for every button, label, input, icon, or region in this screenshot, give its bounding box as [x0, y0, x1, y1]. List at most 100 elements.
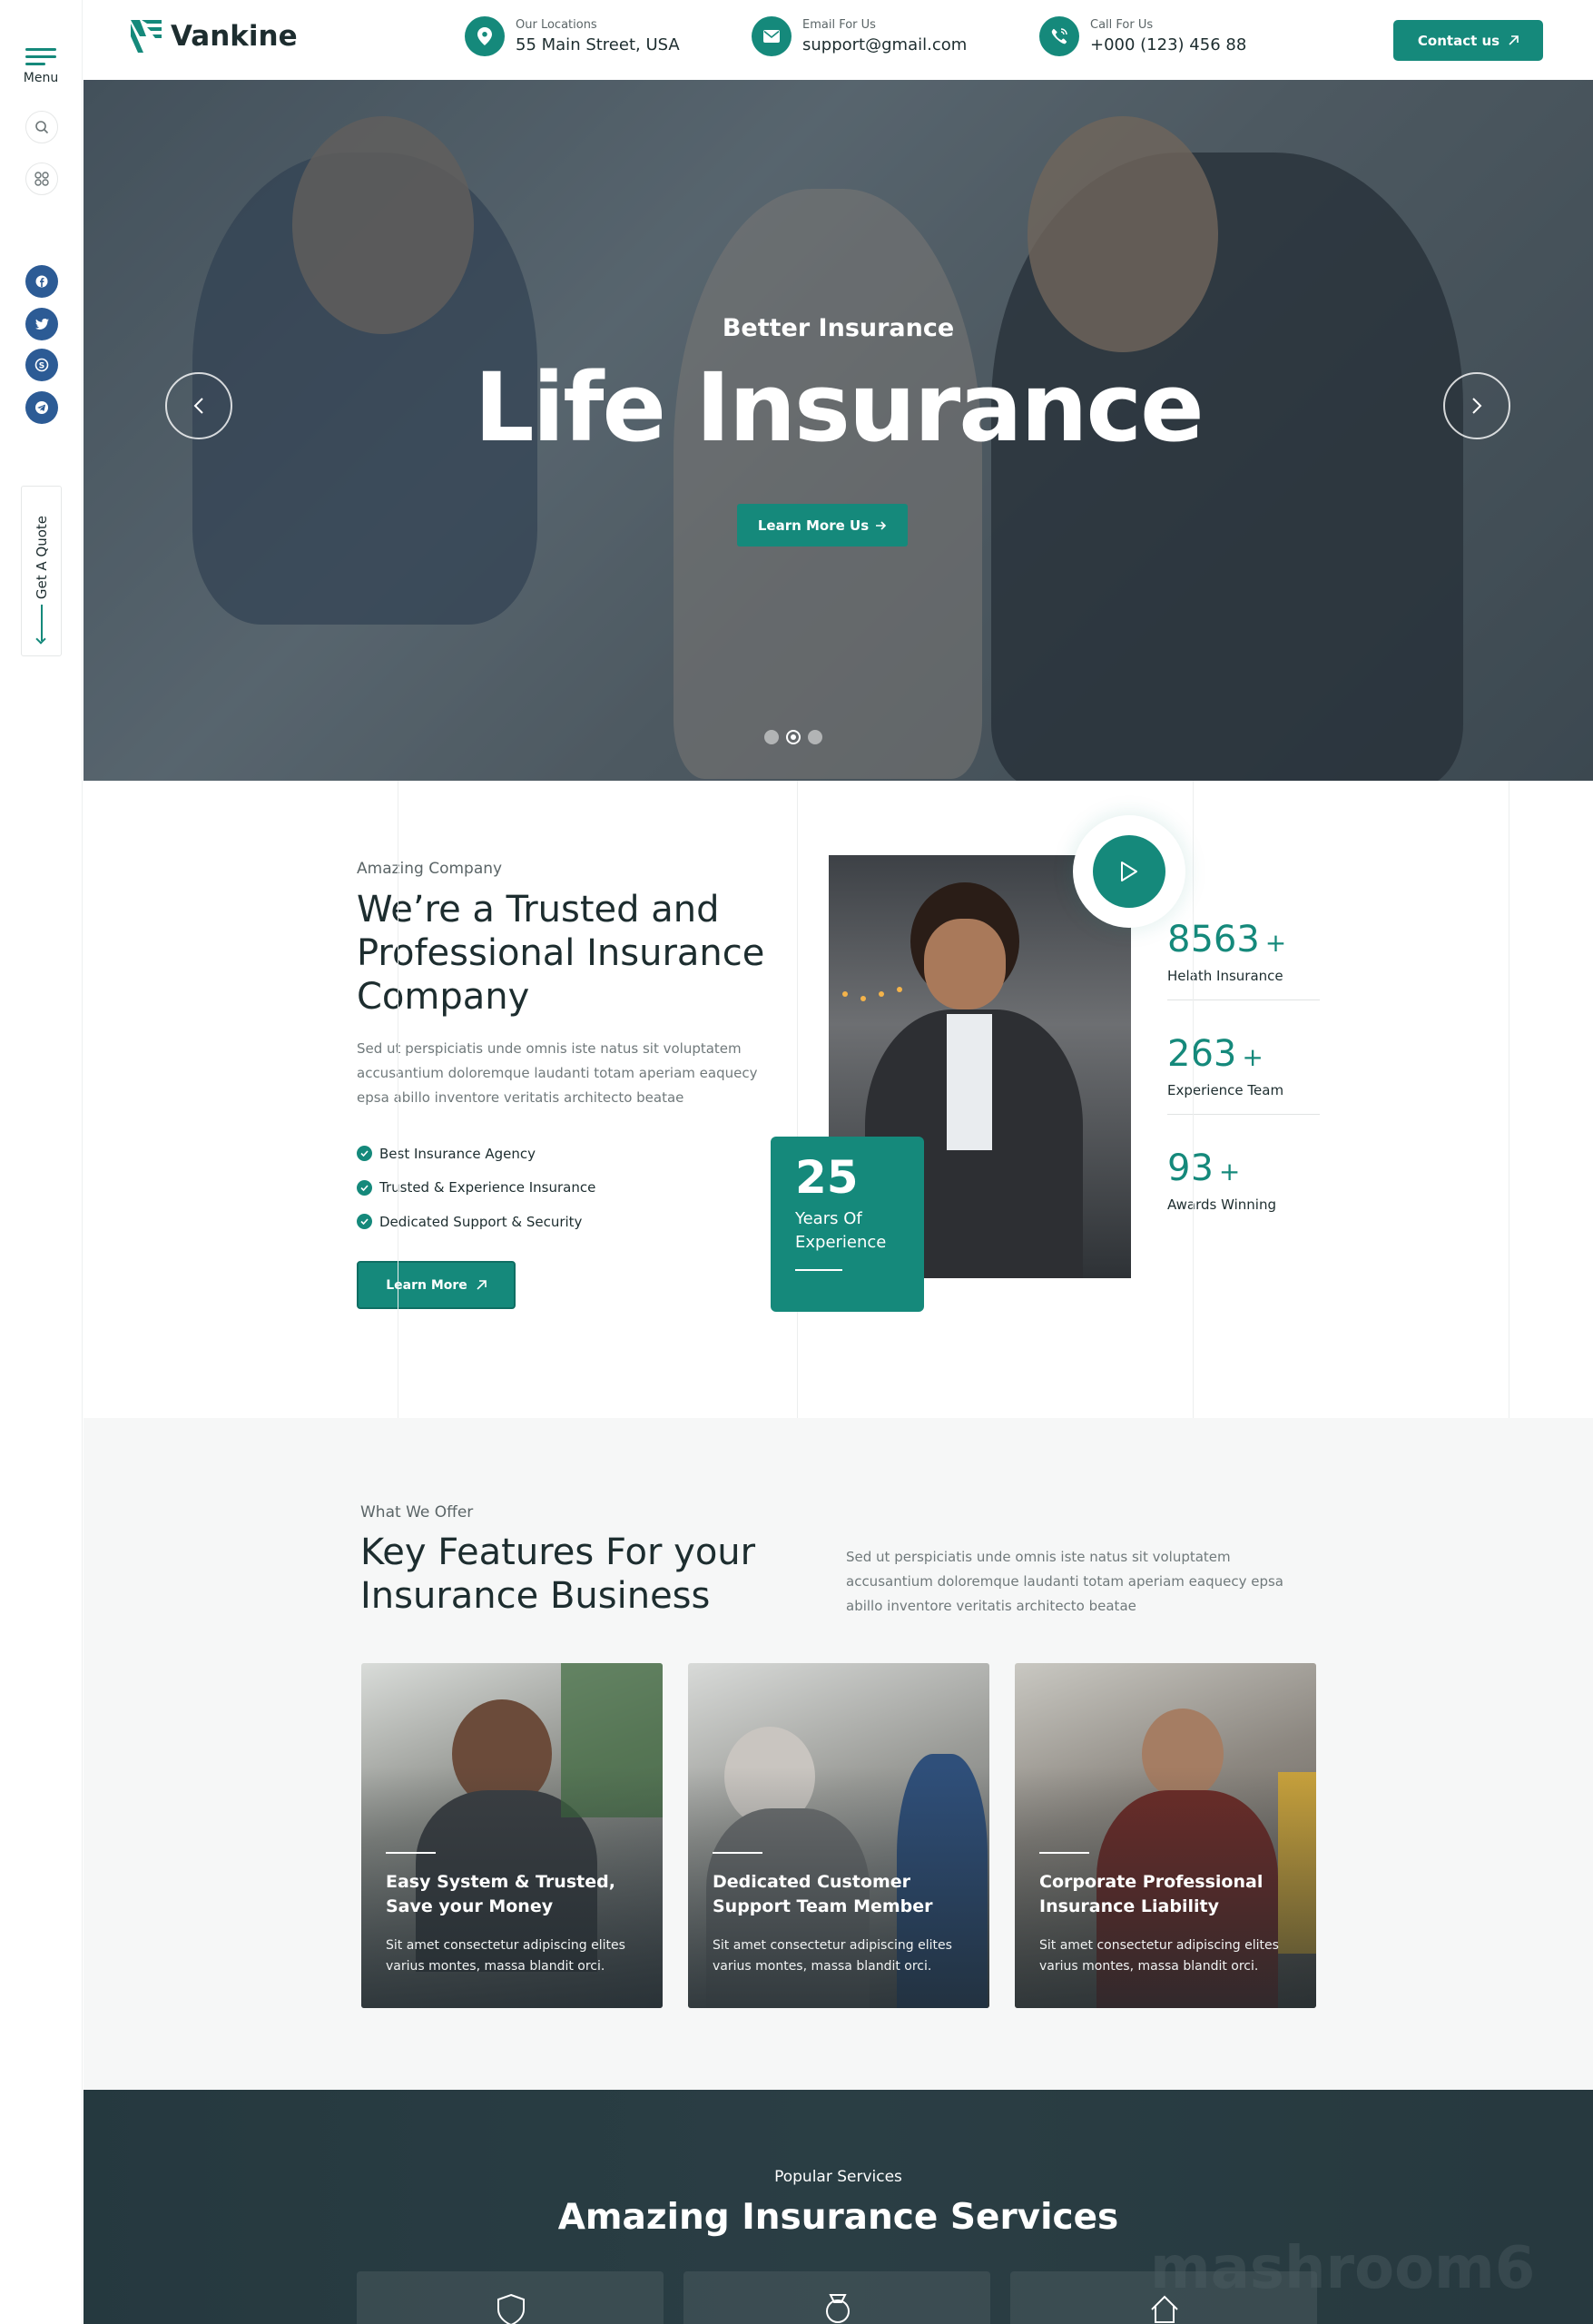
services-title: Amazing Insurance Services: [557, 2197, 1119, 2238]
feature-card[interactable]: Dedicated Customer Support Team Member S…: [688, 1663, 989, 2008]
stat-item: 263 + Experience Team: [1167, 1033, 1320, 1115]
card-divider: [1039, 1852, 1089, 1854]
arrow-up-right-icon: [477, 1280, 487, 1290]
photo-lights: [842, 991, 848, 997]
chevron-right-icon: [1472, 398, 1482, 414]
stat-value: 263: [1167, 1033, 1237, 1075]
hero-subtitle: Better Insurance: [722, 314, 955, 342]
location-pin-icon: [465, 16, 505, 56]
slider-dot[interactable]: [808, 730, 822, 744]
twitter-icon: [34, 318, 49, 330]
feature-card[interactable]: Corporate Professional Insurance Liabili…: [1015, 1663, 1316, 2008]
chevron-left-icon: [193, 398, 203, 414]
logo-text: Vankine: [171, 20, 298, 53]
top-header: Vankine Our Locations 55 Main Street, US…: [84, 0, 1593, 80]
menu-label: Menu: [23, 71, 59, 85]
arrow-down-icon: [41, 605, 43, 641]
shield-icon: [497, 2293, 525, 2324]
feature-card[interactable]: Easy System & Trusted, Save your Money S…: [361, 1663, 663, 2008]
facebook-icon: [35, 275, 48, 288]
learn-more-us-button[interactable]: Learn More Us: [737, 504, 908, 547]
email-value[interactable]: support@gmail.com: [802, 35, 967, 54]
home-icon: [1151, 2295, 1178, 2323]
service-card[interactable]: [1010, 2271, 1317, 2324]
features-section: What We Offer Key Features For your Insu…: [84, 1418, 1593, 2090]
stat-plus: +: [1218, 1157, 1241, 1187]
photo-face: [924, 919, 1006, 1009]
features-title: Key Features For your Insurance Business: [360, 1531, 756, 1617]
medal-icon: [826, 2294, 850, 2323]
grid-icon: [34, 172, 49, 186]
about-title: We’re a Trusted and Professional Insuran…: [357, 889, 765, 1018]
stat-plus: +: [1264, 928, 1287, 958]
check-label: Trusted & Experience Insurance: [379, 1179, 596, 1196]
contact-us-label: Contact us: [1417, 32, 1500, 49]
facebook-link[interactable]: [25, 265, 58, 298]
skype-icon: S: [34, 358, 49, 372]
slider-dots: [764, 730, 822, 744]
stat-label: Experience Team: [1167, 1082, 1284, 1098]
photo-shirt: [947, 1014, 992, 1150]
search-button[interactable]: [25, 111, 58, 143]
hero-prev-button[interactable]: [165, 372, 232, 439]
feature-card-text: Sit amet consectetur adipiscing elites v…: [1039, 1938, 1279, 1974]
service-card[interactable]: [357, 2271, 664, 2324]
feature-card-text: Sit amet consectetur adipiscing elites v…: [386, 1938, 625, 1974]
twitter-link[interactable]: [25, 308, 58, 340]
features-tag: What We Offer: [360, 1503, 474, 1521]
feature-card-text: Sit amet consectetur adipiscing elites v…: [713, 1938, 952, 1974]
services-tag: Popular Services: [774, 2168, 902, 2186]
search-icon: [35, 121, 49, 134]
telegram-icon: [35, 401, 48, 414]
logo-icon: [131, 20, 162, 53]
services-section: mashroom6 Popular Services Amazing Insur…: [84, 2090, 1593, 2324]
phone-icon: [1039, 16, 1079, 56]
play-icon: [1121, 862, 1137, 881]
check-icon: [357, 1214, 372, 1230]
card-divider: [386, 1852, 436, 1854]
arrow-up-right-icon: [1509, 35, 1519, 45]
get-a-quote-tab[interactable]: Get A Quote: [21, 486, 62, 656]
stat-divider: [1167, 1114, 1320, 1115]
card-divider: [713, 1852, 762, 1854]
experience-number: 25: [795, 1151, 859, 1204]
service-card[interactable]: [683, 2271, 990, 2324]
menu-button[interactable]: Menu: [20, 44, 62, 85]
hero-next-button[interactable]: [1443, 372, 1510, 439]
email-label: Email For Us: [802, 18, 876, 32]
feature-card-title: Dedicated Customer Support Team Member: [713, 1872, 933, 1916]
stat-item: 8563 + Helath Insurance: [1167, 919, 1320, 1000]
skype-link[interactable]: S: [25, 349, 58, 381]
phone-label: Call For Us: [1090, 18, 1154, 32]
envelope-icon: [752, 16, 792, 56]
check-item: Trusted & Experience Insurance: [357, 1171, 595, 1206]
telegram-link[interactable]: [25, 391, 58, 424]
feature-card-title: Corporate Professional Insurance Liabili…: [1039, 1872, 1264, 1916]
slider-dot[interactable]: [764, 730, 779, 744]
slider-dot-active[interactable]: [786, 730, 801, 744]
experience-label: Years Of Experience: [795, 1209, 887, 1252]
stat-value: 8563: [1167, 919, 1260, 960]
location-label: Our Locations: [516, 18, 597, 32]
check-icon: [357, 1146, 372, 1162]
contact-us-button[interactable]: Contact us: [1393, 20, 1543, 61]
about-text: Sed ut perspiciatis unde omnis iste natu…: [357, 1040, 758, 1106]
learn-more-button[interactable]: Learn More: [357, 1261, 516, 1309]
get-a-quote-label: Get A Quote: [33, 516, 50, 600]
check-item: Best Insurance Agency: [357, 1137, 595, 1171]
play-video-button[interactable]: [1073, 815, 1185, 928]
check-label: Best Insurance Agency: [379, 1145, 536, 1162]
feature-card-title: Easy System & Trusted, Save your Money: [386, 1872, 615, 1916]
left-sidebar: Menu S Get A Quote: [0, 0, 83, 2324]
logo[interactable]: Vankine: [131, 20, 298, 53]
grid-button[interactable]: [25, 162, 58, 195]
phone-value[interactable]: +000 (123) 456 88: [1090, 35, 1246, 54]
stat-item: 93 + Awards Winning: [1167, 1147, 1320, 1213]
stat-label: Awards Winning: [1167, 1196, 1276, 1213]
check-icon: [357, 1179, 372, 1196]
svg-text:S: S: [39, 362, 44, 371]
check-item: Dedicated Support & Security: [357, 1205, 595, 1239]
hero-title: Life Insurance: [474, 352, 1204, 463]
stat-label: Helath Insurance: [1167, 968, 1283, 984]
hero-slider: Better Insurance Life Insurance Learn Mo…: [84, 80, 1593, 781]
